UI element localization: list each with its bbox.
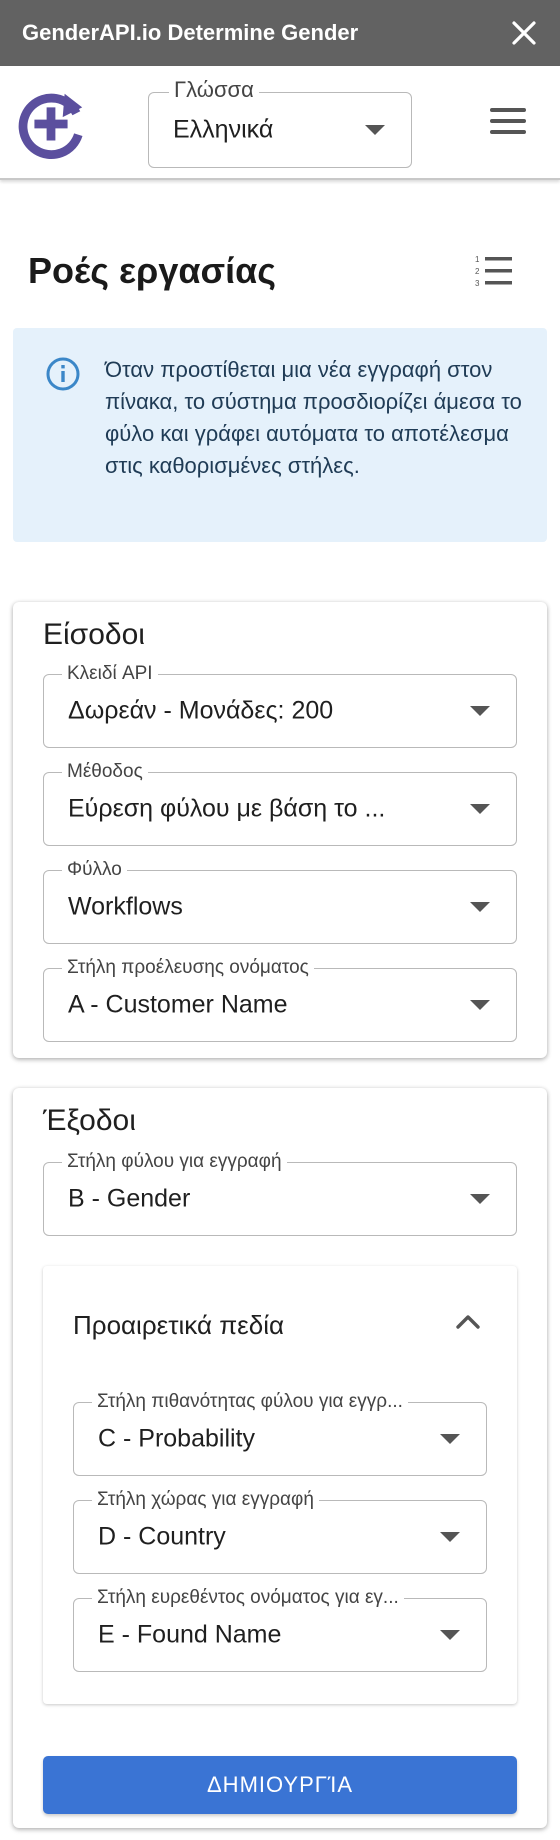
probability-column-label: Στήλη πιθανότητας φύλου για εγγρ...	[92, 1392, 408, 1412]
method-select[interactable]: Μέθοδος Εύρεση φύλου με βάση το ...	[43, 762, 517, 846]
info-icon	[46, 357, 80, 391]
dropdown-caret-icon	[470, 1194, 490, 1204]
country-column-select[interactable]: Στήλη χώρας για εγγραφή D - Country	[73, 1490, 487, 1574]
dropdown-caret-icon	[440, 1532, 460, 1542]
genderapi-logo-icon	[18, 93, 83, 159]
dropdown-caret-icon	[365, 125, 385, 135]
optional-fields-title: Προαιρετικά πεδία	[73, 1310, 285, 1340]
language-value: Ελληνικά	[173, 115, 274, 144]
window-title: GenderAPI.io Determine Gender	[22, 20, 359, 45]
optional-fields-panel: Προαιρετικά πεδία Στήλη πιθανότητας φύλο…	[43, 1266, 517, 1704]
country-column-label: Στήλη χώρας για εγγραφή	[92, 1490, 319, 1510]
gender-column-value: B - Gender	[68, 1184, 191, 1213]
chevron-up-icon[interactable]	[455, 1312, 481, 1330]
name-column-value: A - Customer Name	[68, 990, 288, 1019]
dropdown-caret-icon	[470, 804, 490, 814]
outputs-title: Έξοδοι	[43, 1104, 136, 1137]
language-label: Γλώσσα	[169, 79, 259, 101]
sheet-value: Workflows	[68, 892, 183, 921]
dropdown-caret-icon	[440, 1434, 460, 1444]
dropdown-caret-icon	[470, 1000, 490, 1010]
window-titlebar: GenderAPI.io Determine Gender	[0, 0, 560, 66]
method-value: Εύρεση φύλου με βάση το ...	[68, 794, 386, 823]
probability-column-value: C - Probability	[98, 1424, 255, 1453]
gender-column-select[interactable]: Στήλη φύλου για εγγραφή B - Gender	[43, 1152, 517, 1236]
found-name-column-label: Στήλη ευρεθέντος ονόματος για εγ...	[92, 1588, 404, 1608]
info-banner: Όταν προστίθεται μια νέα εγγραφή στον πί…	[13, 328, 547, 542]
dropdown-caret-icon	[470, 706, 490, 716]
svg-text:3: 3	[475, 279, 480, 288]
country-column-value: D - Country	[98, 1522, 226, 1551]
page-title: Ροές εργασίας	[28, 250, 276, 291]
svg-text:1: 1	[475, 255, 480, 264]
method-label: Μέθοδος	[62, 762, 148, 782]
create-button[interactable]: ΔΗΜΙΟΥΡΓΊΑ	[43, 1756, 517, 1814]
sheet-select[interactable]: Φύλλο Workflows	[43, 860, 517, 944]
svg-text:2: 2	[475, 267, 480, 276]
api-key-label: Κλειδί API	[62, 664, 158, 684]
menu-icon[interactable]	[490, 108, 526, 136]
numbered-list-icon[interactable]: 1 2 3	[474, 254, 514, 290]
language-select[interactable]: Γλώσσα Ελληνικά	[148, 79, 412, 168]
inputs-title: Είσοδοι	[43, 618, 145, 651]
name-column-label: Στήλη προέλευσης ονόματος	[62, 958, 314, 978]
probability-column-select[interactable]: Στήλη πιθανότητας φύλου για εγγρ... C - …	[73, 1392, 487, 1476]
gender-column-label: Στήλη φύλου για εγγραφή	[62, 1152, 287, 1172]
api-key-select[interactable]: Κλειδί API Δωρεάν - Μονάδες: 200	[43, 664, 517, 748]
info-text: Όταν προστίθεται μια νέα εγγραφή στον πί…	[105, 357, 522, 478]
found-name-column-value: E - Found Name	[98, 1620, 282, 1649]
sheet-label: Φύλλο	[62, 860, 127, 880]
api-key-value: Δωρεάν - Μονάδες: 200	[68, 696, 334, 725]
outputs-card: Έξοδοι Στήλη φύλου για εγγραφή B - Gende…	[13, 1088, 547, 1828]
dropdown-caret-icon	[440, 1630, 460, 1640]
name-column-select[interactable]: Στήλη προέλευσης ονόματος A - Customer N…	[43, 958, 517, 1042]
dropdown-caret-icon	[470, 902, 490, 912]
inputs-card: Είσοδοι Κλειδί API Δωρεάν - Μονάδες: 200…	[13, 602, 547, 1058]
close-icon[interactable]	[508, 17, 540, 49]
found-name-column-select[interactable]: Στήλη ευρεθέντος ονόματος για εγ... E - …	[73, 1588, 487, 1672]
